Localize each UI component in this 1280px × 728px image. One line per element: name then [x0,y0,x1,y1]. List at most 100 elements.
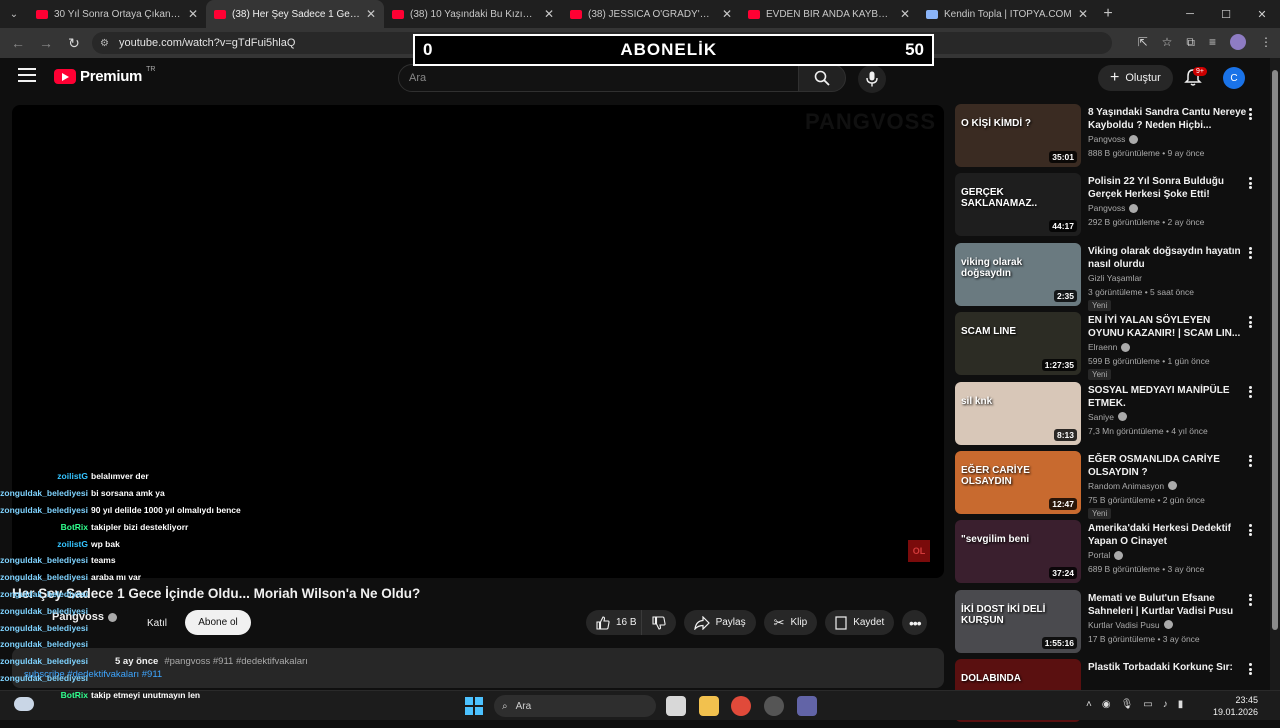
recommended-video[interactable]: viking olarak doğsaydın 2:35 Viking olarak… [955,242,1267,311]
recommended-video[interactable]: İKİ DOST İKİ DELİ KURŞUN 1:55:16 Memati ve… [955,589,1267,658]
minimize-icon[interactable]: ─ [1172,8,1208,20]
volume-icon[interactable]: ♪ [1163,699,1168,710]
tab-close-icon[interactable]: ✕ [1078,7,1088,21]
recommended-channel[interactable]: Saniye [1088,412,1127,422]
voice-search-button[interactable] [858,65,886,93]
account-avatar[interactable]: C [1223,67,1245,89]
recommended-video[interactable]: sil knk 8:13 SOSYAL MEDYAYI MANİPÜLE ETMEK… [955,381,1267,450]
recommended-video-title[interactable]: SOSYAL MEDYAYI MANİPÜLE ETMEK. [1088,384,1248,410]
steam-icon[interactable] [764,696,784,716]
reload-icon[interactable]: ↻ [60,35,88,52]
clip-button[interactable]: ✂ Klip [763,610,818,635]
chat-message: zonguldak_belediyesi teams [0,552,300,569]
share-button[interactable]: Paylaş [683,610,756,635]
recommended-video-title[interactable]: Memati ve Bulut'un Efsane Sahneleri | Ku… [1088,592,1248,618]
media-icon[interactable]: ≡ [1209,35,1216,49]
more-vertical-icon[interactable] [1249,316,1253,329]
recommended-channel[interactable]: Elraenn [1088,342,1131,352]
youtube-logo[interactable]: Premium TR [54,66,155,85]
mic-tray-icon[interactable]: 🎙 [1121,699,1134,710]
forward-icon[interactable]: → [32,35,60,51]
more-vertical-icon[interactable] [1249,246,1253,259]
tab-search-icon[interactable]: ⌄ [0,0,28,28]
new-tab-button[interactable]: + [1096,5,1120,23]
browser-tab[interactable]: Kendin Topla | İTOPYA.COM ✕ [918,0,1096,28]
bookmark-star-icon[interactable]: ☆ [1162,35,1173,49]
recommended-channel[interactable]: Pangvoss [1088,203,1139,213]
tab-close-icon[interactable]: ✕ [544,7,554,21]
install-icon[interactable]: ⇱ [1138,35,1148,49]
recommended-channel[interactable]: Random Animasyon [1088,481,1178,491]
recommended-video-title[interactable]: Amerika'daki Herkesi Dedektif Yapan O Ci… [1088,522,1248,548]
recommended-video[interactable]: O KİŞİ KİMDİ ? 35:01 8 Yaşındaki Sandra Ca… [955,103,1267,172]
recommended-video-title[interactable]: Polisin 22 Yıl Sonra Bulduğu Gerçek Herk… [1088,175,1248,201]
more-vertical-icon[interactable] [1249,663,1253,676]
tray-app-icon[interactable]: ◉ [1102,699,1111,710]
more-vertical-icon[interactable] [1249,524,1253,537]
save-button[interactable]: Kaydet [825,610,895,635]
recommended-video-title[interactable]: 8 Yaşındaki Sandra Cantu Nereye Kayboldu… [1088,106,1248,132]
recommended-video[interactable]: SCAM LINE 1:27:35 EN İYİ YALAN SÖYLEYEN OY… [955,311,1267,381]
recommended-video[interactable]: "sevgilim beni 37:24 Amerika'daki Herkesi … [955,519,1267,588]
file-explorer-icon[interactable] [699,696,719,716]
recommended-channel[interactable]: Kurtlar Vadisi Pusu [1088,620,1173,630]
video-thumbnail[interactable]: viking olarak doğsaydın 2:35 [955,242,1081,306]
recommended-video-title[interactable]: EĞER OSMANLIDA CARİYE OLSAYDIN ? [1088,453,1248,479]
more-vertical-icon[interactable] [1249,177,1253,190]
video-duration: 12:47 [1049,497,1077,510]
tab-close-icon[interactable]: ✕ [722,7,732,21]
tab-close-icon[interactable]: ✕ [366,7,376,21]
more-vertical-icon[interactable] [1249,108,1253,120]
recommended-video-title[interactable]: Viking olarak doğsaydın hayatın nasıl ol… [1088,245,1248,271]
more-vertical-icon[interactable] [1249,385,1253,398]
maximize-icon[interactable]: ☐ [1208,8,1244,21]
recommended-video-title[interactable]: EN İYİ YALAN SÖYLEYEN OYUNU KAZANIR! | S… [1088,314,1248,340]
tab-close-icon[interactable]: ✕ [900,7,910,21]
recommended-channel[interactable]: Pangvoss [1088,134,1139,144]
recommended-video-title[interactable]: Plastik Torbadaki Korkunç Sır: [1088,661,1248,674]
video-thumbnail[interactable]: İKİ DOST İKİ DELİ KURŞUN 1:55:16 [955,589,1081,653]
tray-chevron-icon[interactable]: ˄ [1086,699,1092,710]
battery-icon[interactable]: ▮ [1178,699,1184,710]
browser-tab[interactable]: 30 Yıl Sonra Ortaya Çıkan Gerçe ✕ [28,0,206,28]
back-icon[interactable]: ← [4,35,32,51]
video-thumbnail[interactable]: sil knk 8:13 [955,381,1081,445]
more-vertical-icon[interactable] [1249,454,1253,467]
task-view-icon[interactable] [666,696,686,716]
taskbar-clock[interactable]: 23:45 19.01.2026 [1213,694,1258,718]
menu-icon[interactable] [18,68,36,82]
chrome-icon[interactable] [731,696,751,716]
recommended-video[interactable]: EĞER CARİYE OLSAYDIN 12:47 EĞER OSMANLIDA … [955,450,1267,519]
video-thumbnail[interactable]: SCAM LINE 1:27:35 [955,312,1081,376]
create-button[interactable]: + Oluştur [1098,65,1173,91]
profile-avatar[interactable] [1230,34,1246,50]
browser-tab[interactable]: EVDEN BİR ANDA KAYBOLDU / ✕ [740,0,918,28]
extensions-icon[interactable]: ⧉ [1186,35,1195,50]
video-thumbnail[interactable]: "sevgilim beni 37:24 [955,520,1081,584]
dislike-button[interactable] [640,610,676,635]
windows-start-icon[interactable] [465,697,483,715]
recommended-video[interactable]: GERÇEK SAKLANAMAZ.. 44:17 Polisin 22 Yıl S… [955,172,1267,241]
more-vertical-icon[interactable] [1249,593,1253,606]
network-icon[interactable]: ▭ [1143,699,1152,710]
chat-username: zoilistG [57,471,88,482]
site-info-icon[interactable]: ⚙ [100,38,109,49]
video-thumbnail[interactable]: EĞER CARİYE OLSAYDIN 12:47 [955,450,1081,514]
browser-tab[interactable]: (38) Her Şey Sadece 1 Gece İçin ✕ [206,0,384,28]
more-actions-button[interactable]: ••• [902,610,928,635]
browser-tab[interactable]: (38) JESSICA O'GRADY'NİN ARI ✕ [562,0,740,28]
search-input[interactable]: Ara [398,64,800,92]
teams-icon[interactable] [797,696,817,716]
search-button[interactable] [798,64,846,92]
video-thumbnail[interactable]: O KİŞİ KİMDİ ? 35:01 [955,104,1081,167]
recommended-channel[interactable]: Gizli Yaşamlar [1088,273,1142,283]
taskbar-search[interactable]: ⌕ Ara [494,695,656,717]
close-window-icon[interactable]: ✕ [1244,8,1280,21]
browser-menu-icon[interactable]: ⋮ [1260,35,1272,49]
browser-tab[interactable]: (38) 10 Yaşındaki Bu Kızın Cesa ✕ [384,0,562,28]
page-scrollbar-thumb[interactable] [1272,70,1278,630]
like-button[interactable]: 16 B [586,610,649,635]
video-thumbnail[interactable]: GERÇEK SAKLANAMAZ.. 44:17 [955,173,1081,237]
recommended-channel[interactable]: Portal [1088,550,1124,560]
tab-close-icon[interactable]: ✕ [188,7,198,21]
